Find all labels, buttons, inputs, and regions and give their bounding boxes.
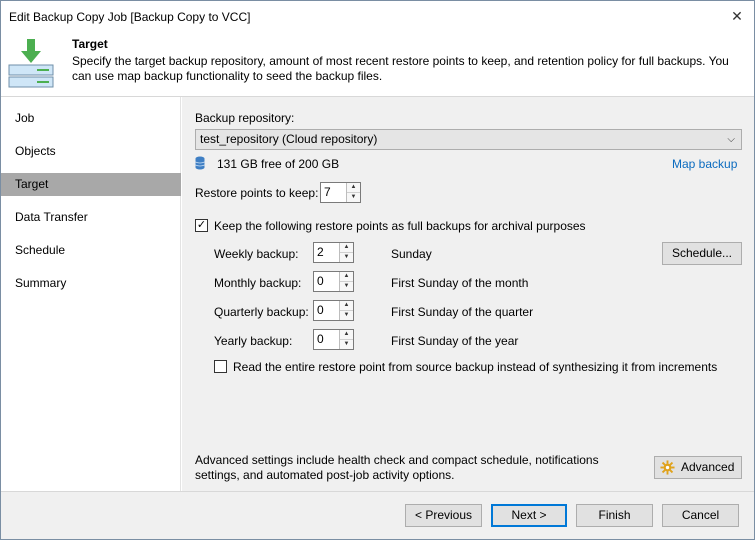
backup-repository-select[interactable]: test_repository (Cloud repository) ⌵ <box>195 129 742 150</box>
read-entire-restore-point-checkbox[interactable] <box>214 360 227 373</box>
yearly-backup-schedule: First Sunday of the year <box>391 334 519 348</box>
sidebar-item-label: Target <box>15 177 49 191</box>
sidebar-item-data-transfer[interactable]: Data Transfer <box>1 206 181 229</box>
sidebar-item-job[interactable]: Job <box>1 107 181 130</box>
sidebar-item-label: Data Transfer <box>15 210 88 224</box>
repository-free-space: 131 GB free of 200 GB <box>217 157 340 171</box>
backup-repository-value: test_repository (Cloud repository) <box>200 132 378 146</box>
stepper-down-icon[interactable]: ▼ <box>340 252 353 261</box>
monthly-backup-value: 0 <box>317 274 324 288</box>
keep-full-backups-label: Keep the following restore points as ful… <box>214 219 586 233</box>
dialog-window: Edit Backup Copy Job [Backup Copy to VCC… <box>0 0 755 540</box>
previous-button[interactable]: < Previous <box>405 504 482 527</box>
close-button[interactable]: ✕ <box>724 3 750 29</box>
page-description: Specify the target backup repository, am… <box>72 54 729 83</box>
chevron-down-icon: ⌵ <box>727 134 735 145</box>
map-backup-link[interactable]: Map backup <box>672 157 737 171</box>
yearly-backup-stepper[interactable]: 0 ▲ ▼ <box>313 329 354 350</box>
monthly-backup-schedule: First Sunday of the month <box>391 276 529 290</box>
next-button[interactable]: Next > <box>491 504 567 527</box>
weekly-backup-schedule: Sunday <box>391 247 432 261</box>
stepper-down-icon[interactable]: ▼ <box>340 310 353 319</box>
wizard-header: Target Specify the target backup reposit… <box>1 31 754 97</box>
read-entire-restore-point-label: Read the entire restore point from sourc… <box>233 360 718 374</box>
advanced-button[interactable]: Advanced <box>654 456 742 479</box>
stepper-down-icon[interactable]: ▼ <box>347 192 360 201</box>
yearly-backup-value: 0 <box>317 332 324 346</box>
quarterly-backup-value: 0 <box>317 303 324 317</box>
monthly-backup-label: Monthly backup: <box>214 276 302 290</box>
schedule-button[interactable]: Schedule... <box>662 242 742 265</box>
restore-points-stepper[interactable]: 7 ▲ ▼ <box>320 182 361 203</box>
wizard-steps-sidebar: Job Objects Target Data Transfer Schedul… <box>1 97 181 491</box>
stepper-up-icon[interactable]: ▲ <box>340 301 353 310</box>
restore-points-value: 7 <box>324 185 331 199</box>
keep-full-backups-checkbox[interactable]: ✓ <box>195 219 208 232</box>
restore-points-label: Restore points to keep: <box>195 186 319 200</box>
sidebar-item-label: Objects <box>15 144 56 158</box>
sidebar-item-label: Job <box>15 111 35 125</box>
yearly-backup-label: Yearly backup: <box>214 334 293 348</box>
sidebar-item-objects[interactable]: Objects <box>1 140 181 163</box>
close-icon: ✕ <box>731 7 743 24</box>
target-repository-icon <box>8 39 54 88</box>
sidebar-item-target[interactable]: Target <box>1 173 181 196</box>
quarterly-backup-stepper[interactable]: 0 ▲ ▼ <box>313 300 354 321</box>
weekly-backup-stepper[interactable]: 2 ▲ ▼ <box>313 242 354 263</box>
backup-repository-label: Backup repository: <box>195 111 295 125</box>
stepper-down-icon[interactable]: ▼ <box>340 281 353 290</box>
wizard-footer: < Previous Next > Finish Cancel <box>1 491 754 539</box>
stepper-up-icon[interactable]: ▲ <box>347 183 360 192</box>
stepper-up-icon[interactable]: ▲ <box>340 243 353 252</box>
sidebar-item-label: Summary <box>15 276 67 290</box>
weekly-backup-label: Weekly backup: <box>214 247 299 261</box>
quarterly-backup-schedule: First Sunday of the quarter <box>391 305 534 319</box>
gear-icon <box>660 460 675 475</box>
cancel-button[interactable]: Cancel <box>662 504 739 527</box>
stepper-up-icon[interactable]: ▲ <box>340 272 353 281</box>
database-icon <box>195 156 205 170</box>
monthly-backup-stepper[interactable]: 0 ▲ ▼ <box>313 271 354 292</box>
weekly-backup-value: 2 <box>317 245 324 259</box>
checkmark-icon: ✓ <box>196 219 207 231</box>
window-title: Edit Backup Copy Job [Backup Copy to VCC… <box>9 10 251 24</box>
sidebar-item-label: Schedule <box>15 243 66 257</box>
page-title: Target <box>72 37 108 51</box>
stepper-up-icon[interactable]: ▲ <box>340 330 353 339</box>
stepper-down-icon[interactable]: ▼ <box>340 339 353 348</box>
finish-button[interactable]: Finish <box>576 504 653 527</box>
sidebar-item-summary[interactable]: Summary <box>1 272 181 295</box>
advanced-settings-description: Advanced settings include health check a… <box>195 453 599 482</box>
advanced-button-label: Advanced <box>681 460 735 474</box>
sidebar-item-schedule[interactable]: Schedule <box>1 239 181 262</box>
quarterly-backup-label: Quarterly backup: <box>214 305 309 319</box>
target-settings-panel: Backup repository: test_repository (Clou… <box>182 97 754 491</box>
title-bar: Edit Backup Copy Job [Backup Copy to VCC… <box>1 1 754 31</box>
